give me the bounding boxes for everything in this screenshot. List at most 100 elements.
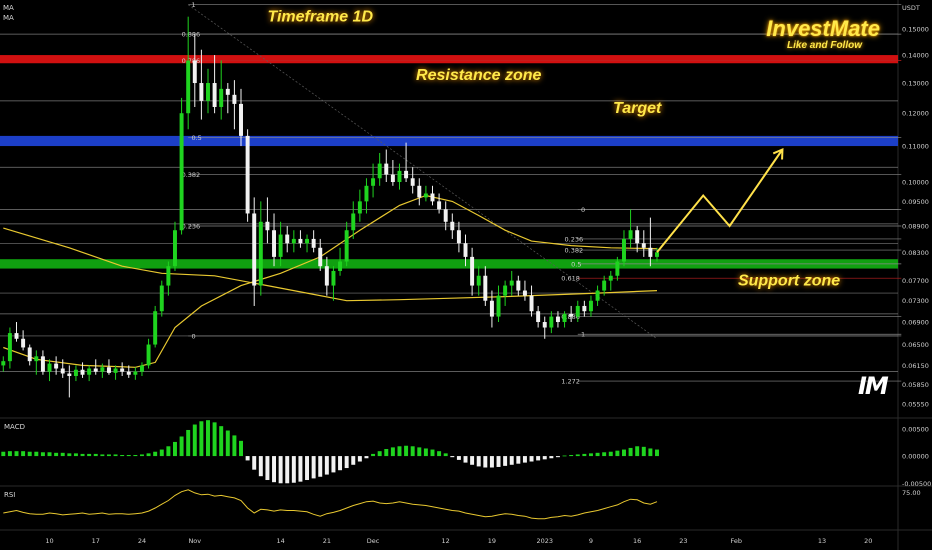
candle-body [628,230,633,239]
macd-bar [371,453,376,457]
macd-bar [232,435,237,457]
macd-title: MACD [4,423,25,431]
time-tick-label: 9 [589,537,593,545]
macd-bar [239,440,243,457]
candle-body [470,256,475,286]
macd-bar [87,453,92,457]
macd-bar [146,453,151,457]
macd-bar [73,453,78,457]
fib-label: 1.272 [561,378,580,386]
annotation-label: Resistance zone [416,67,541,84]
logo-mark: IM [858,372,889,400]
macd-bar [555,456,560,458]
candle-body [252,213,257,286]
price-tick-label: 0.06150 [902,362,929,370]
macd-bar [489,456,494,468]
fib-label: 0.382 [182,171,201,179]
price-tick-label: 0.10000 [902,179,929,187]
macd-bar [265,456,270,481]
price-tick-label: 0.05550 [902,401,929,409]
candle-body [225,88,230,95]
candle-body [608,275,613,281]
macd-bar [575,454,580,457]
macd-bar [641,446,646,457]
candle-body [34,356,39,362]
macd-bar [456,456,461,460]
price-tick-label: 0.11000 [902,143,929,151]
candle-body [7,333,12,362]
time-tick-label: 14 [276,537,284,545]
fib-label: 0.236 [565,235,584,243]
macd-bar [120,454,125,457]
macd-bar [113,454,118,457]
macd-bar [272,456,277,483]
candle-body [476,275,481,286]
macd-bar [377,451,382,457]
macd-bar [509,456,514,465]
candle-body [1,361,6,366]
macd-bar [536,456,541,461]
macd-bar [390,447,395,457]
candle-body [40,356,45,372]
candle-body [305,238,310,244]
candle-body [212,83,217,107]
candle-body [483,275,488,301]
candle-body [417,185,422,198]
macd-bar [324,456,329,475]
candle-body [648,247,653,257]
macd-bar [14,451,19,457]
candle-body [192,60,197,84]
candle-body [54,363,59,369]
macd-bar [450,456,455,458]
time-tick-label: 20 [864,537,872,545]
candle-body [219,88,224,107]
candle-body [595,290,600,301]
macd-bar [648,448,653,457]
time-tick-label: 17 [92,537,100,545]
fib-label: 0.5 [191,134,201,142]
candle-body [159,285,164,312]
ma-indicator-label[interactable]: MA [3,4,14,12]
candle-body [80,369,85,375]
time-tick-label: 12 [442,537,450,545]
candle-body [410,178,415,186]
macd-bar [615,450,620,457]
candle-body [199,83,204,101]
price-tick-label: 0.14000 [902,52,929,60]
candle-body [272,230,277,257]
brand-title: InvestMate [766,16,880,41]
macd-bar [470,456,475,465]
candle-body [522,290,527,296]
macd-bar [529,456,534,462]
macd-bar [621,449,626,457]
price-tick-label: 0.05850 [902,381,929,389]
price-tick-label: 0.06500 [902,341,929,349]
candle-body [384,163,389,175]
candle-body [73,369,78,376]
macd-bar [516,456,521,464]
macd-bar [172,441,177,457]
candle-body [655,252,659,257]
macd-bar [628,447,633,457]
macd-bar [655,449,659,457]
brand-subtitle: Like and Follow [787,40,863,51]
candle-body [641,243,646,248]
macd-bar [344,456,349,469]
macd-bar [100,454,105,457]
time-tick-label: 24 [138,537,146,545]
price-tick-label: 0.07300 [902,297,929,305]
time-tick-label: Feb [730,537,742,545]
candle-body [423,193,428,198]
macd-bar [338,456,343,471]
macd-bar [166,446,171,457]
macd-bar [331,456,336,473]
candle-body [146,344,151,366]
candle-body [133,371,138,375]
time-tick-label: 13 [818,537,826,545]
ma-indicator-label-2[interactable]: MA [3,14,14,22]
rsi-title: RSI [4,491,15,499]
macd-bar [476,456,481,467]
candle-body [503,285,508,296]
time-tick-label: Nov [188,537,201,545]
candle-body [351,213,356,231]
